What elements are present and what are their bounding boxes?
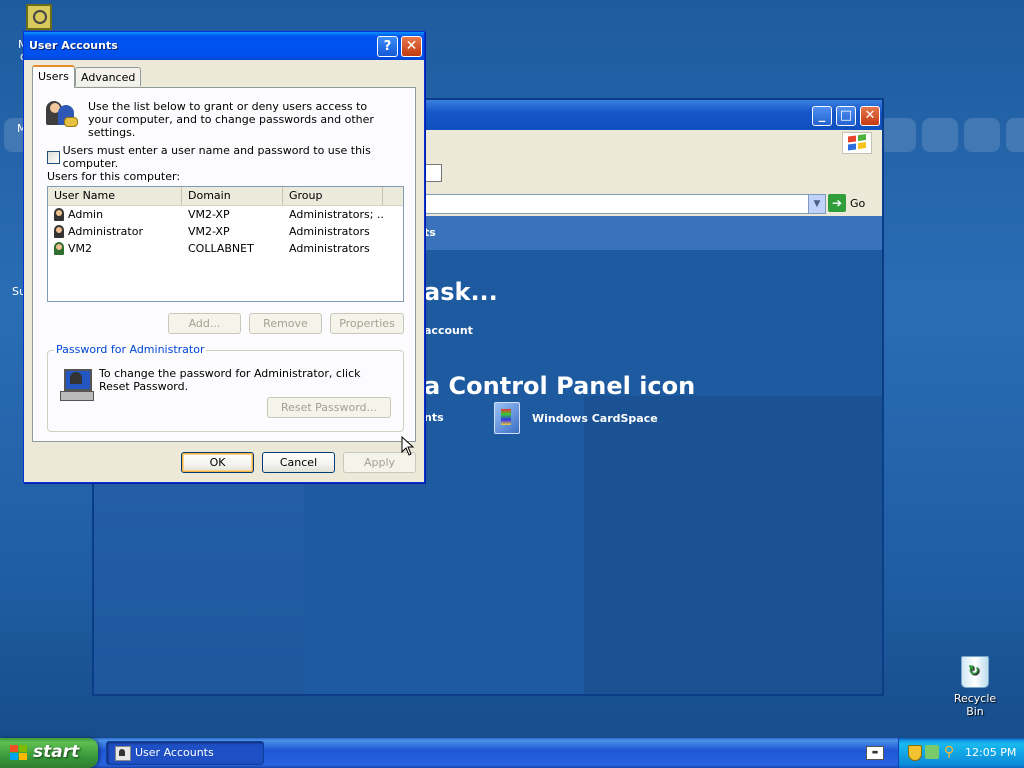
- cardspace-label: Windows CardSpace: [532, 411, 658, 425]
- taskbar-item-user-accounts[interactable]: User Accounts: [106, 741, 264, 765]
- group-cell: Administrators; ...: [289, 208, 383, 221]
- desktop-shortcut-icon[interactable]: [26, 4, 52, 30]
- desktop-decoration-right: [880, 118, 1024, 152]
- column-header-group[interactable]: Group: [283, 187, 383, 205]
- network-user-icon: [52, 241, 66, 256]
- tab-users[interactable]: Users: [32, 65, 75, 88]
- table-row[interactable]: Administrator VM2-XP Administrators: [48, 223, 403, 240]
- users-list-header: User Name Domain Group: [48, 187, 403, 206]
- users-list-label: Users for this computer:: [47, 170, 181, 183]
- must-login-label[interactable]: Users must enter a user name and passwor…: [63, 144, 415, 170]
- password-group: Password for Administrator To change the…: [47, 343, 404, 432]
- close-button[interactable]: ✕: [401, 36, 422, 57]
- intro-text: Use the list below to grant or deny user…: [88, 100, 374, 139]
- dialog-titlebar[interactable]: User Accounts ? ✕: [24, 32, 424, 60]
- go-label: Go: [850, 196, 866, 210]
- breadcrumb[interactable]: ts: [424, 226, 436, 239]
- go-arrow-icon: ➔: [828, 194, 846, 212]
- domain-cell: VM2-XP: [188, 208, 230, 221]
- must-login-checkbox[interactable]: [47, 150, 60, 164]
- computer-user-icon: [60, 369, 94, 401]
- go-button[interactable]: ➔ Go: [828, 194, 865, 212]
- pick-task-heading: ask...: [424, 278, 498, 306]
- taskbar-item-label: User Accounts: [135, 746, 214, 759]
- maximize-button[interactable]: □: [836, 106, 856, 126]
- user-accounts-icon: [115, 746, 131, 761]
- user-name-cell: Admin: [68, 208, 104, 221]
- user-icon: [52, 207, 66, 222]
- taskbar: start User Accounts ▬ ⚲ 12:05 PM: [0, 738, 1024, 768]
- windows-logo-icon: [842, 132, 872, 154]
- clock[interactable]: 12:05 PM: [965, 746, 1016, 759]
- cardspace-icon: [494, 402, 520, 434]
- minimize-button[interactable]: _: [812, 106, 832, 126]
- ok-button[interactable]: OK: [181, 452, 254, 473]
- system-tray: ⚲ 12:05 PM: [898, 738, 1024, 768]
- users-icon: [46, 99, 78, 129]
- security-shield-icon[interactable]: [908, 745, 922, 761]
- pick-icon-heading: a Control Panel icon: [424, 372, 696, 400]
- user-accounts-dialog: User Accounts ? ✕ Users Advanced Use the…: [23, 31, 425, 483]
- close-button[interactable]: ✕: [860, 106, 880, 126]
- chevron-down-icon[interactable]: ▼: [808, 195, 825, 213]
- properties-button[interactable]: Properties: [330, 313, 404, 334]
- address-input[interactable]: ▼: [424, 194, 826, 214]
- add-user-button[interactable]: Add...: [168, 313, 241, 334]
- password-instructions: To change the password for Administrator…: [99, 367, 361, 393]
- help-button[interactable]: ?: [377, 36, 398, 57]
- windows-cardspace-link[interactable]: Windows CardSpace: [494, 402, 658, 434]
- table-row[interactable]: VM2 COLLABNET Administrators: [48, 240, 403, 257]
- mouse-cursor-icon: [401, 436, 415, 456]
- start-button[interactable]: start: [0, 738, 98, 768]
- group-cell: Administrators: [289, 225, 370, 238]
- recycle-bin-label: Recycle Bin: [953, 692, 997, 718]
- remove-user-button[interactable]: Remove: [249, 313, 322, 334]
- user-name-cell: VM2: [68, 242, 93, 255]
- dialog-title: User Accounts: [29, 39, 118, 52]
- table-row[interactable]: Admin VM2-XP Administrators; ...: [48, 206, 403, 223]
- domain-cell: COLLABNET: [188, 242, 254, 255]
- recycle-bin[interactable]: Recycle Bin: [944, 656, 1006, 718]
- keyboard-icon[interactable]: ▬: [866, 746, 884, 760]
- views-icon[interactable]: [424, 164, 442, 182]
- cancel-button[interactable]: Cancel: [262, 452, 335, 473]
- column-header-domain[interactable]: Domain: [182, 187, 283, 205]
- domain-cell: VM2-XP: [188, 225, 230, 238]
- recycle-bin-icon: [961, 656, 989, 688]
- users-list[interactable]: User Name Domain Group Admin VM2-XP Admi…: [47, 186, 404, 302]
- users-tab-panel: Use the list below to grant or deny user…: [32, 87, 416, 442]
- user-icon: [52, 224, 66, 239]
- column-header-user-name[interactable]: User Name: [48, 187, 182, 205]
- user-name-cell: Administrator: [68, 225, 143, 238]
- group-cell: Administrators: [289, 242, 370, 255]
- must-login-option[interactable]: Users must enter a user name and passwor…: [47, 144, 415, 170]
- control-panel-icon-link[interactable]: nts: [424, 411, 444, 424]
- network-icon[interactable]: [925, 745, 939, 759]
- start-label: start: [33, 742, 80, 762]
- task-link-account[interactable]: account: [424, 324, 473, 337]
- search-icon[interactable]: ⚲: [944, 744, 954, 760]
- users-list-body: Admin VM2-XP Administrators; ... Adminis…: [48, 206, 403, 301]
- password-group-title: Password for Administrator: [54, 343, 207, 356]
- reset-password-button[interactable]: Reset Password...: [267, 397, 391, 418]
- windows-flag-icon: [10, 745, 28, 761]
- tab-advanced[interactable]: Advanced: [75, 67, 142, 86]
